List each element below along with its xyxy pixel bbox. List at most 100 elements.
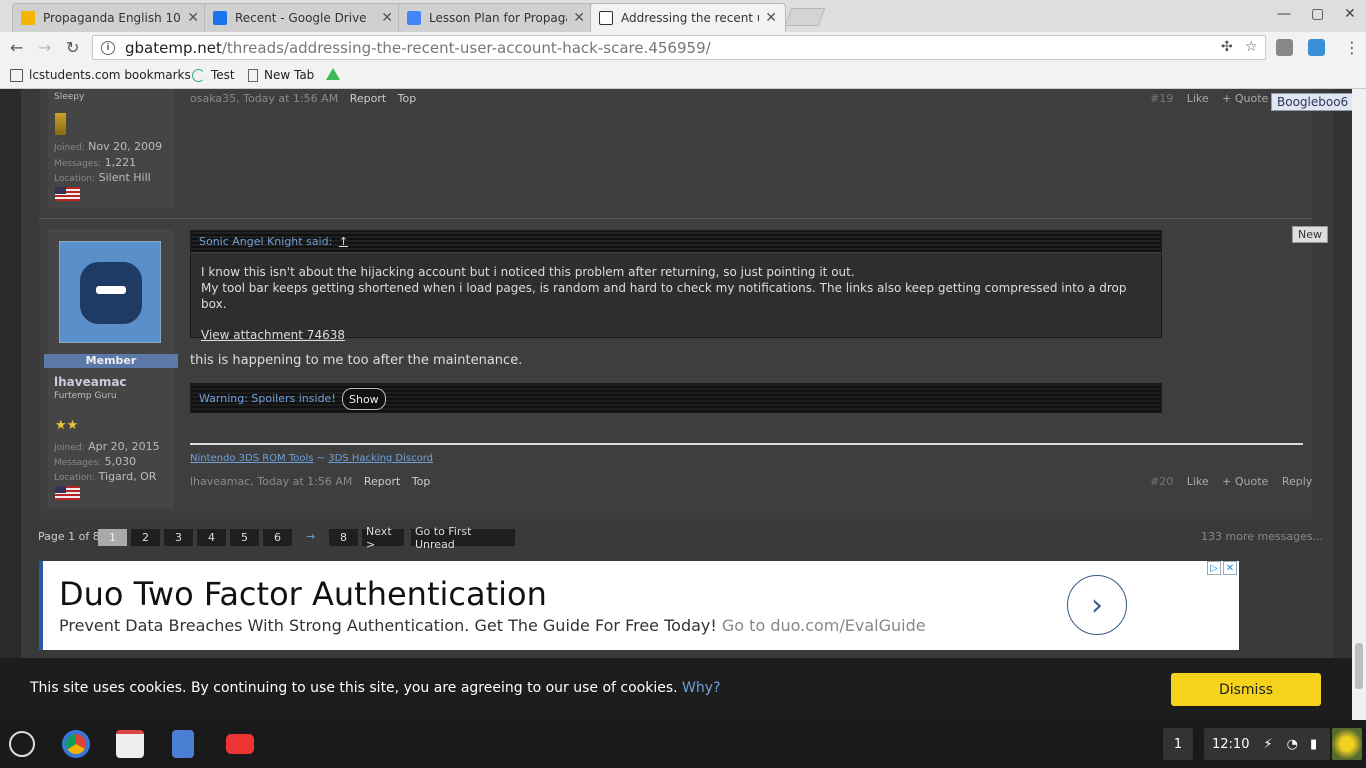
location-label: Location: [54,174,96,184]
bookmark-test[interactable]: Test [192,68,235,82]
post-meta: lhaveamac, Today at 1:56 AM Report Top [190,475,430,488]
page-button-2[interactable]: 2 [131,529,160,546]
close-icon[interactable]: ✕ [573,10,585,26]
report-link[interactable]: Report [364,475,400,488]
show-spoiler-button[interactable]: Show [342,388,386,410]
page-button-4[interactable]: 4 [197,529,226,546]
quote-author[interactable]: Sonic Angel Knight said: [199,235,332,248]
close-icon[interactable]: ✕ [187,10,199,26]
signature-link-rom-tools[interactable]: Nintendo 3DS ROM Tools [190,453,314,464]
close-ad-icon[interactable]: ✕ [1223,561,1237,575]
messages-label: Messages: [54,159,102,169]
launcher-icon[interactable] [9,731,35,757]
chrome-icon[interactable] [62,730,90,758]
extension-icon[interactable] [1276,39,1293,56]
battery-icon: ▮ [1309,736,1318,752]
scroll-thumb[interactable] [1355,643,1363,689]
reload-icon[interactable]: ↻ [66,38,79,57]
report-link[interactable]: Report [350,92,386,105]
quote-button[interactable]: + Quote [1222,475,1268,488]
extension-puzzle-icon[interactable]: ✣ [1221,39,1233,55]
page-button-1[interactable]: 1 [98,529,127,546]
minimize-icon[interactable]: — [1277,6,1291,22]
adchoices-icon[interactable]: ▷ [1207,561,1221,575]
back-icon[interactable]: ← [10,38,23,57]
cookie-notice: This site uses cookies. By continuing to… [0,658,1352,720]
user-rank: Sleepy [54,92,85,102]
location-value: Tigard, OR [98,470,157,483]
like-button[interactable]: Like [1187,475,1209,488]
top-link[interactable]: Top [412,475,431,488]
signature-divider [190,443,1303,445]
notification-count[interactable]: 1 [1163,728,1193,760]
advertisement[interactable]: Duo Two Factor Authentication Prevent Da… [39,561,1239,650]
bookmark-new-tab[interactable]: New Tab [248,68,314,82]
forward-icon[interactable]: → [38,38,51,57]
first-unread-button[interactable]: Go to First Unread [411,525,515,551]
post-author-time[interactable]: lhaveamac, Today at 1:56 AM [190,475,352,488]
system-tray[interactable]: 12:10 ⚡ ◔ ▮ [1204,728,1330,760]
jump-to-quote-icon[interactable]: ↑ [339,235,348,248]
post-body-text: this is happening to me too after the ma… [190,353,523,368]
post-19 [39,89,1312,217]
next-page-button[interactable]: Next > [362,525,404,551]
cookie-why-link[interactable]: Why? [682,680,720,696]
signature-separator: ~ [313,453,329,464]
member-badge: Member [44,354,178,368]
post-number[interactable]: #20 [1150,475,1173,488]
tab-google-drive[interactable]: Recent - Google Drive ✕ [204,3,402,32]
close-icon[interactable]: ✕ [765,10,777,26]
page-indicator: Page 1 of 8 [38,530,100,543]
tab-gbatemp-active[interactable]: Addressing the recent us ✕ [590,3,786,32]
ad-subtitle[interactable]: Prevent Data Breaches With Strong Authen… [59,616,926,635]
dismiss-button[interactable]: Dismiss [1171,673,1321,706]
message-count: 5,030 [104,455,137,468]
clock: 12:10 [1212,736,1250,752]
page-button-3[interactable]: 3 [164,529,193,546]
maximize-icon[interactable]: ▢ [1311,6,1324,22]
signature-link-discord[interactable]: 3DS Hacking Discord [328,453,433,464]
address-bar[interactable]: i gbatemp.net/threads/addressing-the-rec… [92,35,1266,60]
post-actions: #20 Like + Quote Reply [1150,475,1312,488]
quote-button[interactable]: + Quote [1222,92,1268,105]
bookmark-star-icon[interactable]: ☆ [1245,39,1258,55]
ad-link[interactable]: Go to duo.com/EvalGuide [722,616,926,635]
skip-pages-arrow[interactable]: → [306,530,315,543]
post-actions: #19 Like + Quote [1150,92,1268,105]
extension-icon[interactable] [1308,39,1325,56]
close-window-icon[interactable]: ✕ [1344,6,1356,22]
close-icon[interactable]: ✕ [381,10,393,26]
reply-button[interactable]: Reply [1282,475,1312,488]
ad-title[interactable]: Duo Two Factor Authentication [59,575,547,613]
joined-label: Joined: [54,143,85,153]
tab-lesson-plan[interactable]: Lesson Plan for Propaga ✕ [398,3,594,32]
post-author-time[interactable]: osaka35, Today at 1:56 AM [190,92,338,105]
page-scrollbar[interactable] [1352,89,1366,720]
docs-icon [407,11,421,25]
page-button-5[interactable]: 5 [230,529,259,546]
username-link[interactable]: lhaveamac [54,375,127,389]
quote-line: My tool bar keeps getting shortened when… [201,281,1127,311]
like-button[interactable]: Like [1187,92,1209,105]
user-avatar[interactable] [1332,728,1362,760]
gmail-icon[interactable] [116,730,144,758]
tab-propaganda-english[interactable]: Propaganda English 10 ✕ [12,3,208,32]
more-messages-link[interactable]: 133 more messages... [1201,530,1323,543]
ad-description: Prevent Data Breaches With Strong Authen… [59,616,717,635]
attachment-link[interactable]: View attachment 74638 [201,327,345,343]
info-icon[interactable]: i [101,40,115,55]
top-link[interactable]: Top [398,92,417,105]
chevron-right-icon[interactable]: › [1067,575,1127,635]
youtube-icon[interactable] [226,734,254,754]
page-button-8[interactable]: 8 [329,529,358,546]
avatar[interactable] [59,241,161,343]
tab-strip: Propaganda English 10 ✕ Recent - Google … [0,0,1366,32]
new-tab-button[interactable] [784,8,826,26]
bookmark-drive[interactable] [326,68,346,80]
page-button-6[interactable]: 6 [263,529,292,546]
bookmark-folder[interactable]: lcstudents.com bookmarks [10,68,191,82]
post-number[interactable]: #19 [1150,92,1173,105]
docs-icon[interactable] [172,730,194,758]
menu-icon[interactable]: ⋮ [1344,38,1360,57]
page-icon [248,68,258,82]
